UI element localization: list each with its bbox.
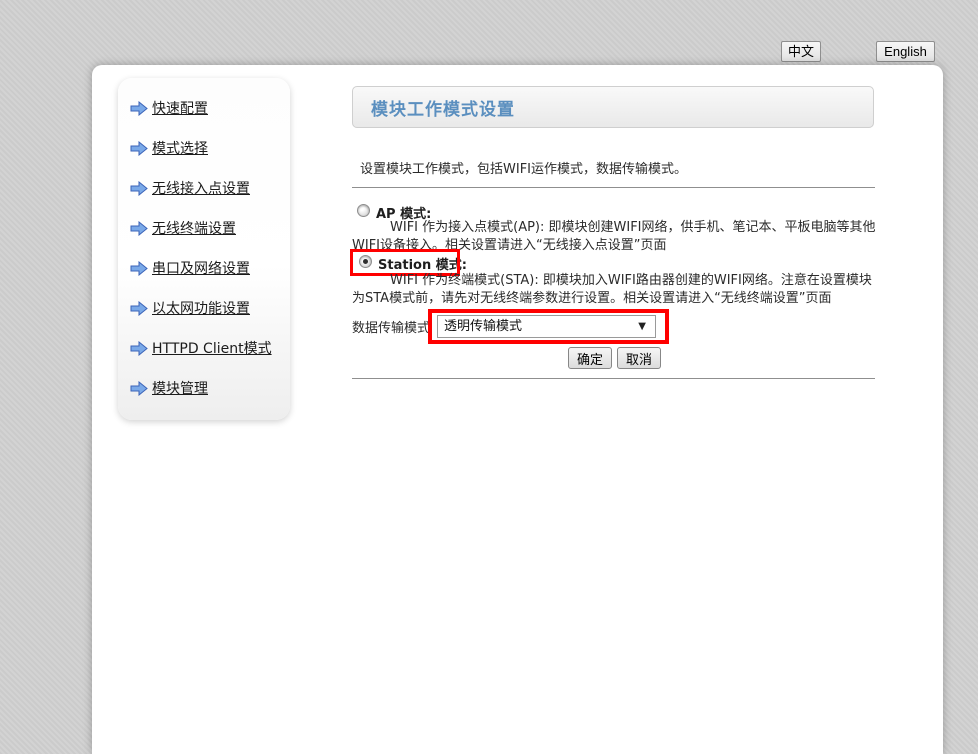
sidebar-link-module-manage[interactable]: 模块管理: [152, 378, 208, 398]
page-title-box: 模块工作模式设置: [352, 86, 874, 128]
page: 中文 English 快速配置 模式选择 无线接入点设置 无线终端设置 串口及网: [0, 0, 978, 754]
transmission-mode-select[interactable]: 透明传输模式 ▼: [437, 315, 656, 338]
ap-mode-radio[interactable]: [357, 204, 370, 217]
language-chinese-button[interactable]: 中文: [781, 41, 821, 62]
sidebar-link-serial-network[interactable]: 串口及网络设置: [152, 258, 250, 278]
station-mode-radio[interactable]: [359, 255, 372, 268]
transmission-mode-selected-value: 透明传输模式: [444, 319, 522, 334]
divider-bottom: [352, 378, 875, 379]
sidebar-link-httpd-client[interactable]: HTTPD Client模式: [152, 338, 272, 358]
sidebar-item-mode-select[interactable]: 模式选择: [118, 128, 290, 168]
station-mode-description: WIFI 作为终端模式(STA): 即模块加入WIFI路由器创建的WIFI网络。…: [352, 272, 880, 308]
language-english-button[interactable]: English: [876, 41, 935, 62]
arrow-right-icon: [130, 141, 148, 156]
sidebar-item-quick-config[interactable]: 快速配置: [118, 88, 290, 128]
sidebar-item-module-manage[interactable]: 模块管理: [118, 368, 290, 408]
page-description: 设置模块工作模式，包括WIFI运作模式，数据传输模式。: [360, 158, 890, 177]
ap-mode-description: WIFI 作为接入点模式(AP): 即模块创建WIFI网络，供手机、笔记本、平板…: [352, 219, 880, 255]
sidebar-link-quick-config[interactable]: 快速配置: [152, 98, 208, 118]
content-container: 快速配置 模式选择 无线接入点设置 无线终端设置 串口及网络设置 以太网功能设置: [92, 65, 943, 754]
sidebar-link-wireless-ap[interactable]: 无线接入点设置: [152, 178, 250, 198]
cancel-button[interactable]: 取消: [617, 347, 661, 369]
arrow-right-icon: [130, 301, 148, 316]
dropdown-arrow-icon: ▼: [638, 321, 646, 333]
divider-top: [352, 187, 875, 188]
sidebar-item-httpd-client[interactable]: HTTPD Client模式: [118, 328, 290, 368]
transmission-mode-label: 数据传输模式: [352, 317, 430, 336]
arrow-right-icon: [130, 381, 148, 396]
arrow-right-icon: [130, 181, 148, 196]
sidebar-item-wireless-ap[interactable]: 无线接入点设置: [118, 168, 290, 208]
arrow-right-icon: [130, 261, 148, 276]
arrow-right-icon: [130, 101, 148, 116]
sidebar-link-ethernet[interactable]: 以太网功能设置: [152, 298, 250, 318]
sidebar: 快速配置 模式选择 无线接入点设置 无线终端设置 串口及网络设置 以太网功能设置: [118, 78, 290, 420]
sidebar-item-serial-network[interactable]: 串口及网络设置: [118, 248, 290, 288]
sidebar-link-wireless-sta[interactable]: 无线终端设置: [152, 218, 236, 238]
sidebar-item-wireless-sta[interactable]: 无线终端设置: [118, 208, 290, 248]
arrow-right-icon: [130, 341, 148, 356]
sidebar-link-mode-select[interactable]: 模式选择: [152, 138, 208, 158]
ok-button[interactable]: 确定: [568, 347, 612, 369]
arrow-right-icon: [130, 221, 148, 236]
station-mode-label: Station 模式:: [378, 254, 467, 273]
sidebar-item-ethernet[interactable]: 以太网功能设置: [118, 288, 290, 328]
page-title: 模块工作模式设置: [371, 95, 515, 120]
